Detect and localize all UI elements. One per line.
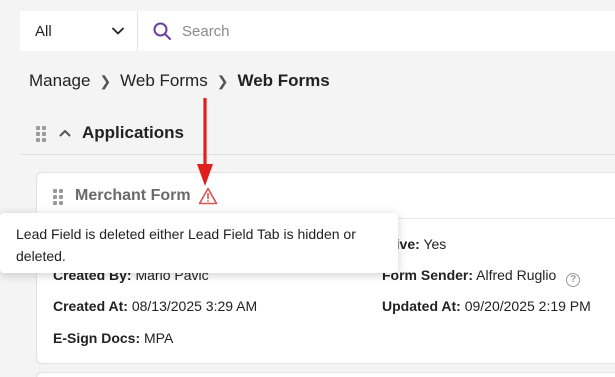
esign-docs-label: E-Sign Docs: [53, 330, 141, 346]
help-icon[interactable]: ? [566, 273, 581, 287]
chevron-right-icon: ❯ [99, 72, 112, 89]
chevron-right-icon: ❯ [216, 72, 229, 89]
warning-tooltip: Lead Field is deleted either Lead Field … [0, 213, 398, 273]
drag-handle-icon[interactable] [53, 188, 63, 205]
updated-at-field: Updated At: 09/20/2025 2:19 PM [382, 298, 591, 314]
breadcrumb-current: Web Forms [237, 71, 330, 90]
form-card-title[interactable]: Merchant Form [75, 187, 191, 205]
created-at-label: Created At: [53, 298, 128, 314]
drag-handle-icon[interactable] [36, 126, 46, 142]
breadcrumb-item-web-forms[interactable]: Web Forms [120, 71, 208, 91]
search-input[interactable] [182, 22, 482, 40]
top-search-bar: All [20, 11, 615, 51]
search-scope-value: All [35, 22, 52, 40]
annotation-arrow-icon [197, 98, 213, 186]
breadcrumb-item-manage[interactable]: Manage [29, 71, 90, 91]
search-field[interactable] [138, 11, 615, 51]
search-icon [153, 22, 171, 40]
breadcrumb: Manage ❯ Web Forms ❯ Web Forms [29, 71, 330, 91]
created-at-field: Created At: 08/13/2025 3:29 AM [53, 298, 257, 314]
updated-at-label: Updated At: [382, 298, 461, 314]
updated-at-value: 09/20/2025 2:19 PM [464, 298, 591, 314]
esign-docs-field: E-Sign Docs: MPA [53, 330, 173, 346]
form-sender-value: Alfred Ruglio [476, 267, 557, 283]
collapse-caret-icon[interactable] [58, 126, 72, 140]
form-sender-field: Form Sender: Alfred Ruglio ? [382, 267, 581, 287]
active-field: tive: Yes [391, 236, 446, 252]
esign-docs-value: MPA [144, 330, 174, 346]
warning-icon[interactable] [198, 187, 218, 205]
active-value: Yes [423, 236, 447, 252]
next-form-card [36, 372, 615, 377]
applications-section-header: Applications [20, 112, 615, 155]
search-scope-select[interactable]: All [20, 11, 138, 51]
section-title: Applications [82, 123, 185, 142]
created-at-value: 08/13/2025 3:29 AM [131, 298, 258, 314]
chevron-down-icon [112, 27, 124, 35]
